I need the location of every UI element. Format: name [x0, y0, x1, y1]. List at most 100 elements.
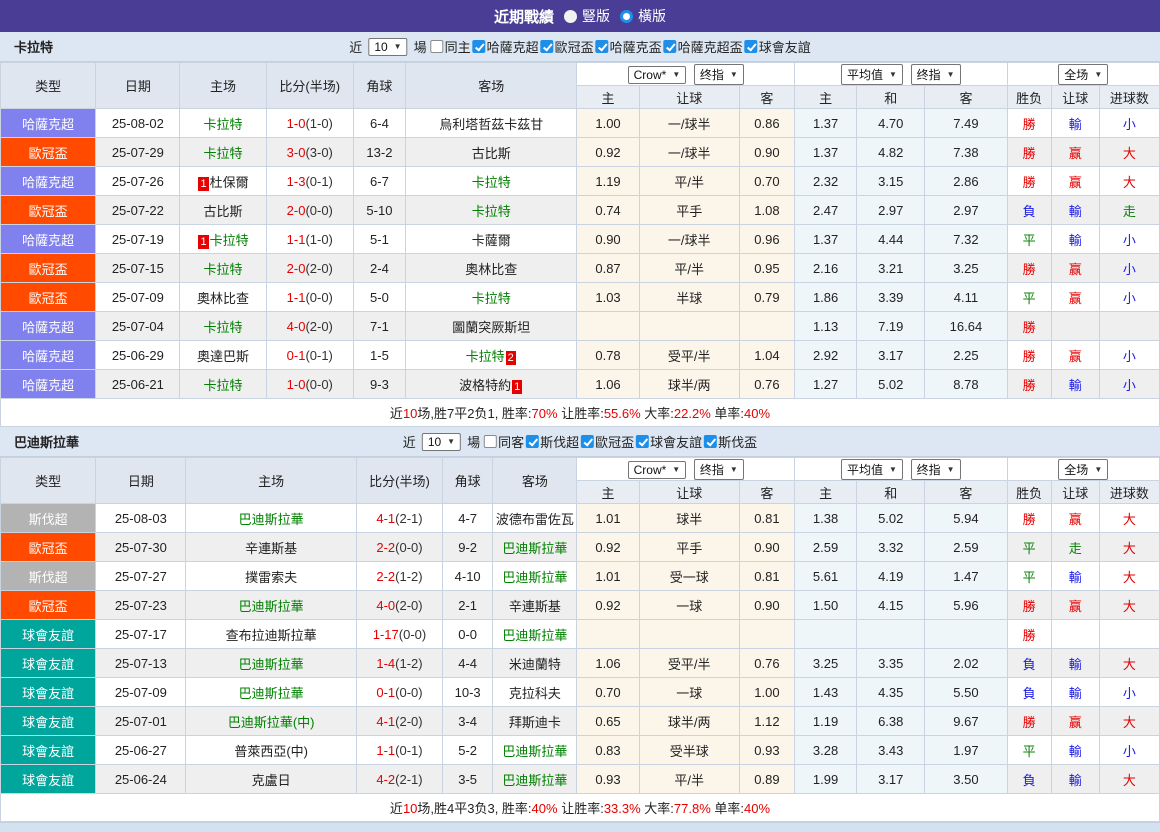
- match-row: 歐冠盃25-07-09奧林比查1-1(0-0)5-0卡拉特1.03半球0.791…: [1, 283, 1160, 312]
- avg-away-odds: 2.59: [925, 533, 1007, 562]
- filter-option-斯伐超[interactable]: 斯伐超: [526, 432, 579, 451]
- result-goals: 大: [1099, 167, 1159, 196]
- checkbox-checked-icon[interactable]: [745, 40, 758, 53]
- opponent-team: 奧林比查: [465, 262, 517, 277]
- league-badge: 球會友誼: [1, 765, 96, 794]
- subcol-avg-draw: 和: [857, 481, 925, 504]
- fulltime-score: 2-2: [376, 569, 395, 584]
- handicap-home-odds: 0.83: [577, 736, 639, 765]
- handicap-home-odds: 0.90: [577, 225, 639, 254]
- avg-home-odds: 2.47: [795, 196, 857, 225]
- result-handicap: 輸: [1051, 196, 1099, 225]
- avg-away-odds: 8.78: [925, 370, 1007, 399]
- select-value: 平均值: [847, 461, 883, 478]
- filter-option-球會友誼[interactable]: 球會友誼: [636, 432, 702, 451]
- checkbox-unchecked-icon[interactable]: [431, 40, 444, 53]
- layout-horizontal-option[interactable]: 橫版: [620, 6, 666, 26]
- summary-text: 近10场,胜7平2负1, 胜率:70% 让胜率:55.6% 大率:22.2% 单…: [390, 406, 770, 421]
- scope-select[interactable]: 全场▼: [1058, 64, 1108, 85]
- league-badge: 哈薩克超: [1, 167, 96, 196]
- filter-option-歐冠盃[interactable]: 歐冠盃: [541, 37, 594, 56]
- match-date: 25-08-02: [96, 109, 180, 138]
- handicap-away-odds: 1.00: [739, 678, 794, 707]
- final-odds-select[interactable]: 终指▼: [911, 459, 961, 480]
- filter-option-哈薩克超[interactable]: 哈薩克超: [473, 37, 539, 56]
- recent-count-select[interactable]: 10 ▼: [368, 38, 407, 56]
- handicap-home-odds: [577, 312, 639, 341]
- scope-select[interactable]: 全场▼: [1058, 459, 1108, 480]
- league-badge: 球會友誼: [1, 620, 96, 649]
- handicap-away-odds: 0.76: [739, 370, 794, 399]
- bookmaker-select[interactable]: Crow*▼: [628, 461, 687, 479]
- avg-draw-odds: 3.17: [857, 341, 925, 370]
- filter-option-斯伐盃[interactable]: 斯伐盃: [704, 432, 757, 451]
- result-goals: [1099, 620, 1159, 649]
- handicap-select-cell: Crow*▼ 终指▼: [577, 63, 795, 86]
- handicap-line: 一球: [639, 678, 739, 707]
- focus-team: 卡拉特: [204, 320, 243, 335]
- avg-draw-odds: 3.32: [857, 533, 925, 562]
- checkbox-checked-icon[interactable]: [596, 40, 609, 53]
- score: 0-1(0-1): [266, 341, 353, 370]
- league-badge: 球會友誼: [1, 649, 96, 678]
- radio-selected-icon[interactable]: [620, 10, 633, 23]
- away-team: 巴迪斯拉華: [493, 736, 577, 765]
- fulltime-score: 1-0: [287, 116, 306, 131]
- home-team: 查布拉迪斯拉華: [186, 620, 356, 649]
- bookmaker-select[interactable]: Crow*▼: [628, 66, 687, 84]
- filter-option-球會友誼[interactable]: 球會友誼: [745, 37, 811, 56]
- match-date: 25-06-29: [96, 341, 180, 370]
- avg-away-odds: 4.11: [925, 283, 1007, 312]
- checkbox-checked-icon[interactable]: [664, 40, 677, 53]
- match-date: 25-06-24: [96, 765, 186, 794]
- result-handicap: [1051, 620, 1099, 649]
- layout-vertical-option[interactable]: 豎版: [564, 6, 610, 26]
- score: 2-0(0-0): [266, 196, 353, 225]
- filter-option-同客[interactable]: 同客: [484, 432, 524, 451]
- title-bar: 近期戰績 豎版 橫版: [0, 0, 1160, 32]
- avg-home-odds: 1.19: [795, 707, 857, 736]
- col-header-type: 类型: [1, 63, 96, 109]
- halftime-score: (0-1): [305, 348, 332, 363]
- league-badge: 歐冠盃: [1, 533, 96, 562]
- average-select[interactable]: 平均值▼: [841, 64, 903, 85]
- halftime-score: (2-0): [305, 261, 332, 276]
- result-outcome: 負: [1007, 196, 1051, 225]
- match-row: 球會友誼25-06-24克盧日4-2(2-1)3-5巴迪斯拉華0.93平/半0.…: [1, 765, 1160, 794]
- checkbox-checked-icon[interactable]: [581, 435, 594, 448]
- checkbox-checked-icon[interactable]: [636, 435, 649, 448]
- checkbox-checked-icon[interactable]: [541, 40, 554, 53]
- result-handicap: 赢: [1051, 341, 1099, 370]
- league-badge: 歐冠盃: [1, 254, 96, 283]
- checkbox-checked-icon[interactable]: [473, 40, 486, 53]
- section-header-karat: 卡拉特 近 10 ▼ 場 同主哈薩克超歐冠盃哈薩克盃哈薩克超盃球會友誼: [0, 32, 1160, 62]
- games-label: 場: [467, 432, 480, 451]
- result-goals: 小: [1099, 341, 1159, 370]
- handicap-home-odds: 0.92: [577, 591, 639, 620]
- final-odds-select[interactable]: 终指▼: [911, 64, 961, 85]
- handicap-away-odds: 0.90: [739, 591, 794, 620]
- home-team: 巴迪斯拉華(中): [186, 707, 356, 736]
- recent-count-select[interactable]: 10 ▼: [422, 433, 461, 451]
- checkbox-checked-icon[interactable]: [526, 435, 539, 448]
- filter-option-哈薩克盃[interactable]: 哈薩克盃: [596, 37, 662, 56]
- filter-label: 哈薩克盃: [610, 37, 662, 56]
- filter-option-同主[interactable]: 同主: [431, 37, 471, 56]
- corner-score: 5-10: [353, 196, 405, 225]
- average-select[interactable]: 平均值▼: [841, 459, 903, 480]
- final-odds-select[interactable]: 终指▼: [694, 459, 744, 480]
- filter-option-歐冠盃[interactable]: 歐冠盃: [581, 432, 634, 451]
- away-team: 卡拉特: [406, 167, 577, 196]
- avg-draw-odds: 3.21: [857, 254, 925, 283]
- avg-draw-odds: 3.17: [857, 765, 925, 794]
- final-odds-select[interactable]: 终指▼: [694, 64, 744, 85]
- filter-option-哈薩克超盃[interactable]: 哈薩克超盃: [664, 37, 743, 56]
- checkbox-checked-icon[interactable]: [704, 435, 717, 448]
- handicap-home-odds: 0.92: [577, 138, 639, 167]
- result-goals: 小: [1099, 736, 1159, 765]
- result-goals: 大: [1099, 562, 1159, 591]
- col-header-corner: 角球: [353, 63, 405, 109]
- radio-unselected-icon[interactable]: [564, 10, 577, 23]
- avg-away-odds: 1.47: [925, 562, 1007, 591]
- checkbox-unchecked-icon[interactable]: [484, 435, 497, 448]
